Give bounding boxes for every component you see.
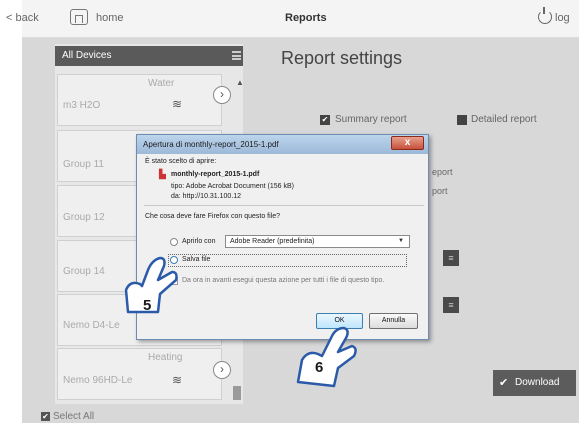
device-name: Group 12	[63, 212, 105, 223]
device-name: Group 11	[63, 159, 104, 170]
dialog-intro: È stato scelto di aprire:	[145, 158, 217, 165]
pdf-icon: ▙	[159, 169, 166, 179]
step-5-callout: 5	[143, 297, 152, 314]
device-open-button[interactable]: ›	[213, 86, 231, 104]
device-category: Heating	[148, 352, 183, 363]
side-label: eport	[432, 167, 453, 177]
summary-report-label: Summary report	[335, 114, 407, 125]
open-with-radio[interactable]	[170, 238, 178, 246]
file-type: tipo: Adobe Acrobat Document (156 kB)	[171, 183, 294, 190]
file-source: da: http://10.31.100.12	[171, 193, 242, 200]
device-name: Nemo 96HD-Le	[63, 375, 133, 386]
detailed-report-label: Detailed report	[471, 114, 537, 125]
device-name: Group 14	[63, 266, 105, 277]
device-open-button[interactable]: ›	[213, 361, 231, 379]
wifi-icon: ≋	[172, 373, 183, 387]
dialog-title: Apertura di monthly-report_2015-1.pdf	[137, 135, 428, 154]
home-button[interactable]: home	[96, 12, 124, 24]
device-name: Nemo D4-Le	[63, 320, 120, 331]
back-button[interactable]: < back	[6, 12, 39, 24]
logout-button[interactable]: log	[555, 12, 570, 24]
side-label: port	[432, 186, 448, 196]
summary-report-checkbox[interactable]: ✔	[320, 115, 330, 125]
scrollbar-thumb[interactable]	[233, 386, 241, 400]
scroll-up-icon[interactable]: ▲	[236, 78, 244, 87]
device-category: Water	[148, 78, 175, 89]
chevron-down-icon[interactable]: ▼	[398, 238, 404, 244]
step-6-callout: 6	[315, 359, 324, 376]
divider	[144, 205, 424, 206]
dialog-question: Che cosa deve fare Firefox con questo fi…	[145, 213, 281, 220]
back-label: back	[15, 12, 39, 24]
device-name: m3 H2O	[63, 100, 101, 111]
menu-icon[interactable]: ≡	[443, 297, 459, 313]
power-icon[interactable]	[538, 7, 552, 24]
all-devices-header[interactable]: All Devices	[55, 46, 243, 66]
cancel-button[interactable]: Annulla	[369, 313, 418, 329]
application-select[interactable]: Adobe Reader (predefinita)	[225, 235, 410, 248]
open-with-label: Aprirlo con	[182, 238, 216, 245]
menu-icon[interactable]: ≡	[443, 250, 459, 266]
check-icon: ✔	[499, 377, 509, 389]
select-all-checkbox[interactable]: ✔	[41, 412, 50, 421]
device-card[interactable]	[57, 348, 222, 400]
menu-icon[interactable]	[232, 51, 241, 60]
file-name: monthly-report_2015-1.pdf	[171, 171, 260, 178]
wifi-icon: ≋	[172, 97, 183, 111]
pointer-hand-icon	[296, 326, 357, 388]
detailed-report-checkbox[interactable]	[457, 115, 467, 125]
select-all-label: Select All	[53, 411, 95, 422]
remember-label: Da ora in avanti esegui questa azione pe…	[182, 277, 385, 284]
close-button[interactable]: x	[391, 136, 424, 150]
home-icon[interactable]	[70, 9, 88, 25]
pointer-hand-icon	[124, 256, 178, 314]
settings-title: Report settings	[281, 48, 403, 68]
page-title: Reports	[285, 12, 327, 24]
